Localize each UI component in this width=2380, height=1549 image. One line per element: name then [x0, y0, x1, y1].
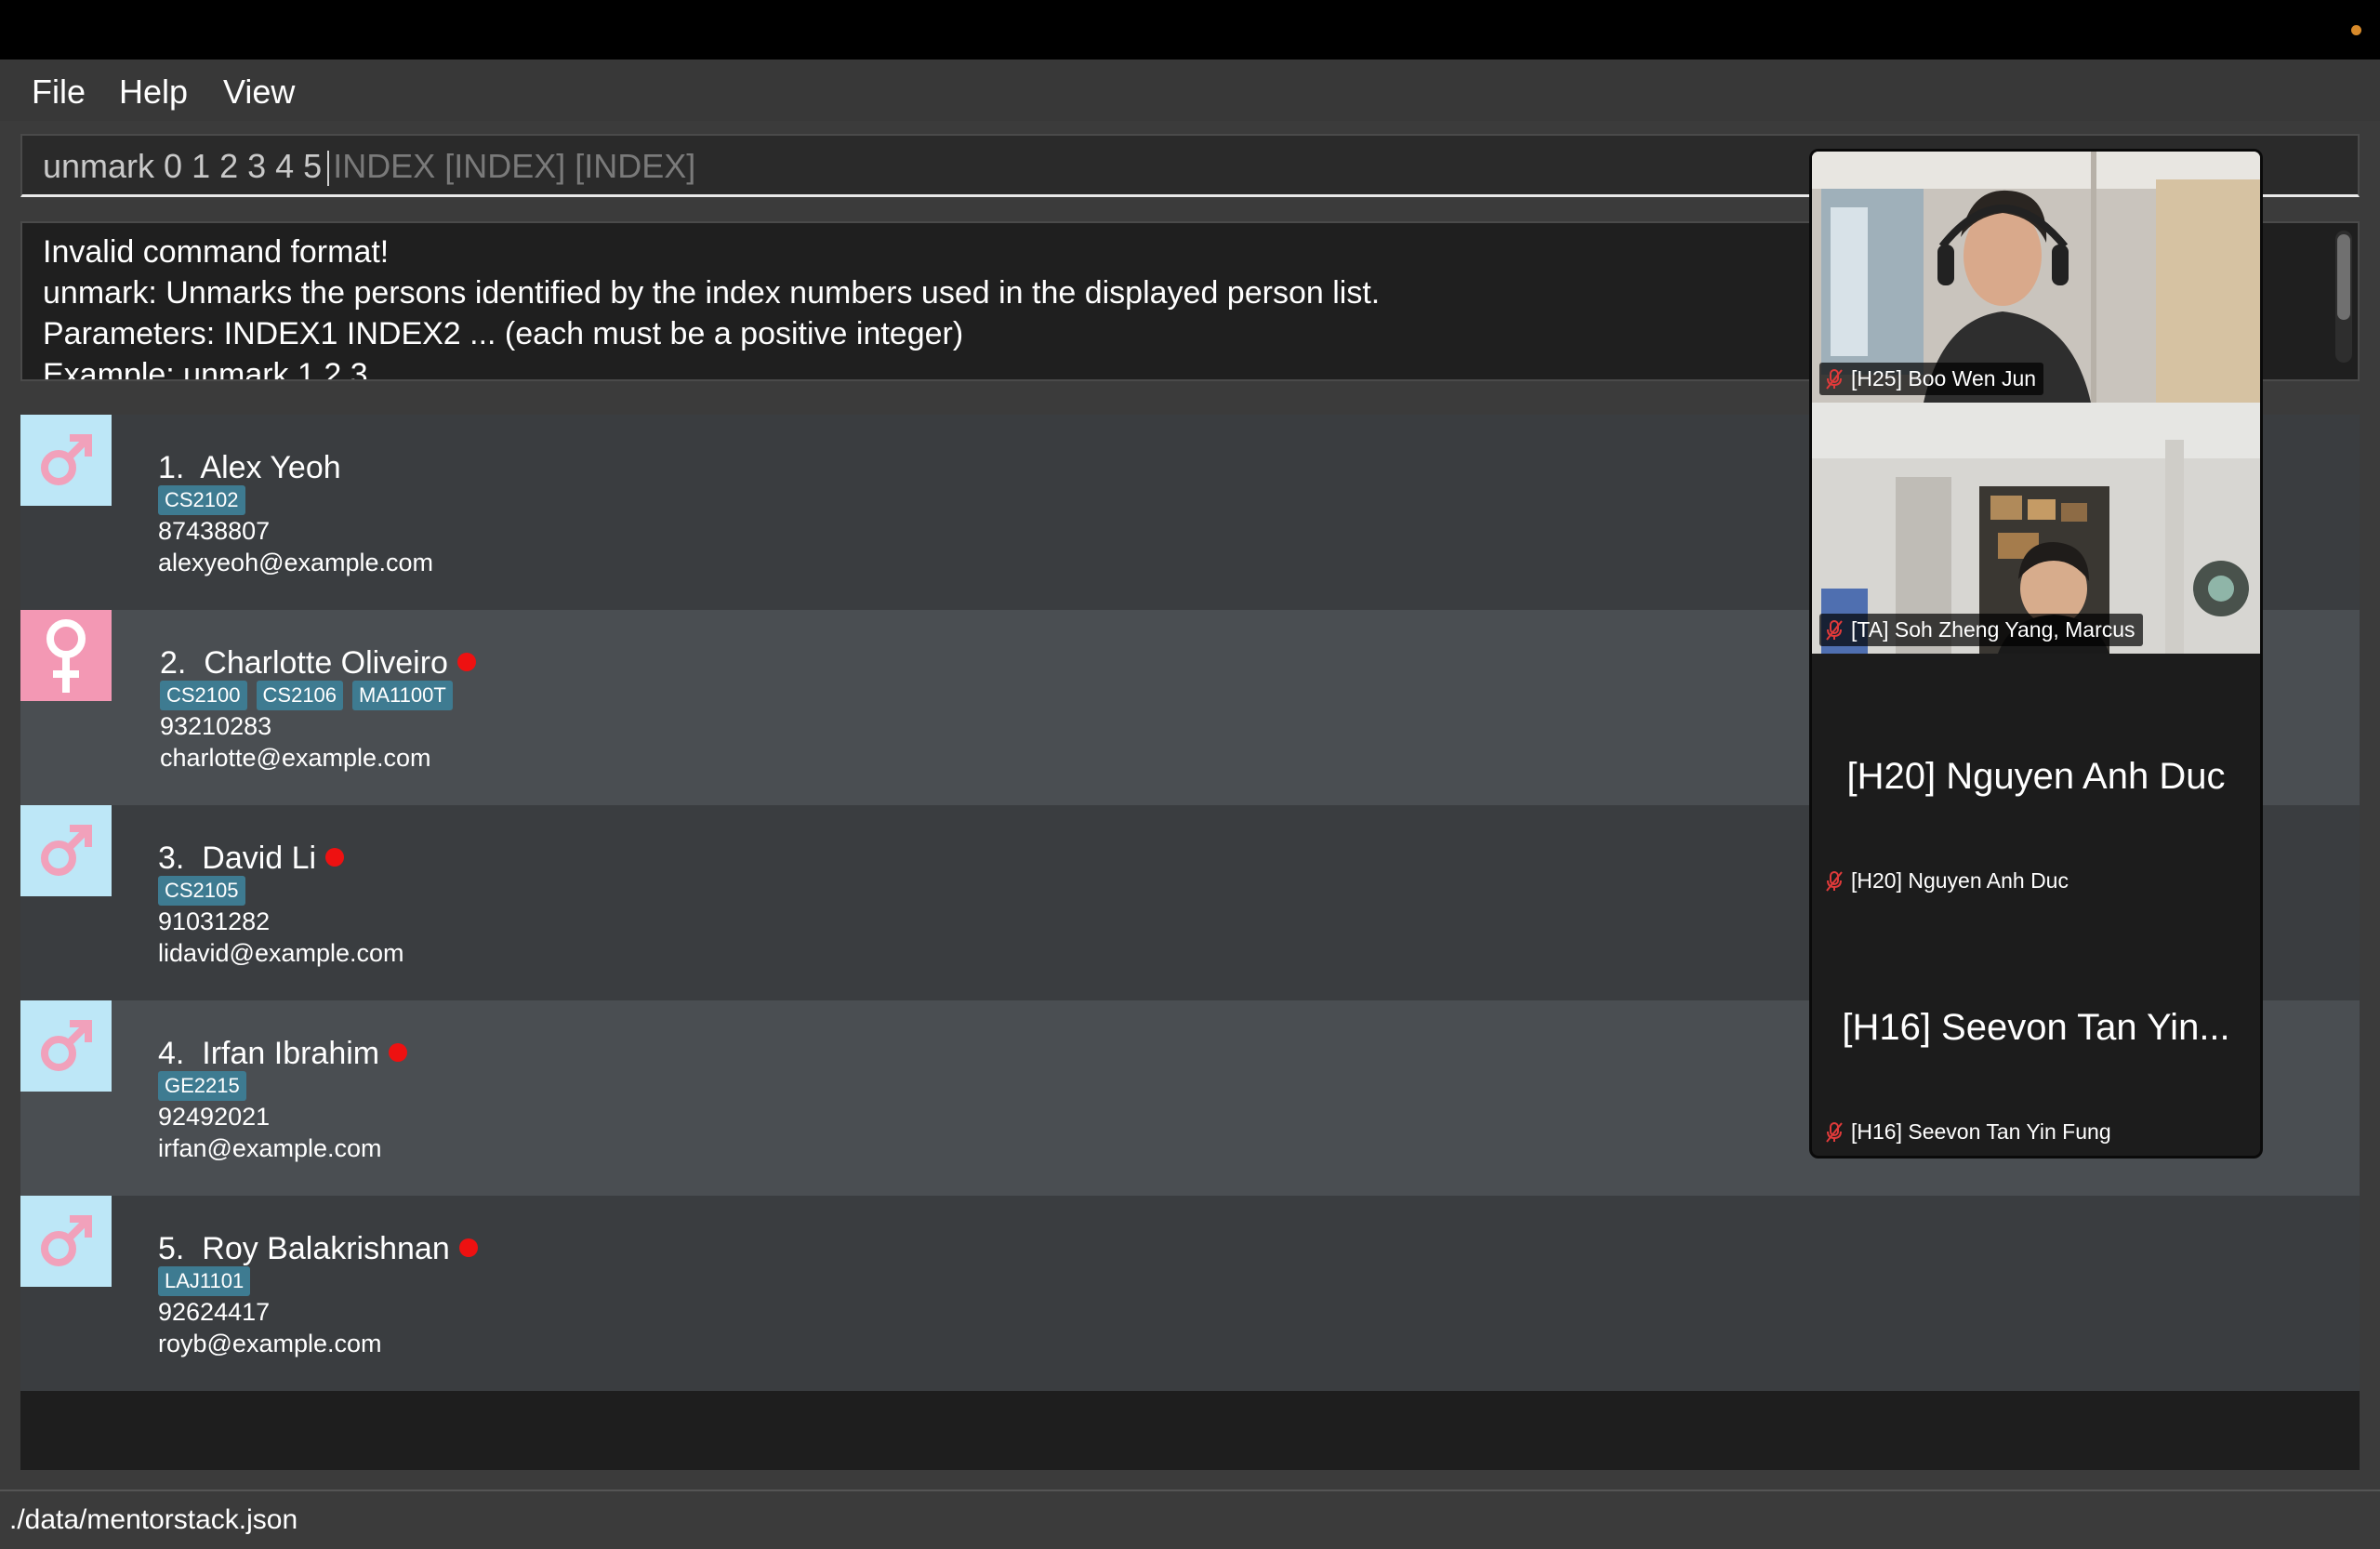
status-dot-icon	[2351, 25, 2361, 35]
person-phone: 93210283	[160, 712, 272, 740]
tag: MA1100T	[352, 681, 453, 710]
person-name: 5. Roy Balakrishnan	[158, 1231, 478, 1267]
tag-list: CS2100 CS2106 MA1100T	[160, 681, 453, 710]
mic-off-icon	[1826, 368, 1843, 390]
avatar	[20, 805, 112, 896]
participant-display-name: [H20] Nguyen Anh Duc	[1846, 756, 2226, 797]
person-phone: 87438807	[158, 517, 271, 545]
text-caret	[327, 151, 330, 187]
female-symbol-icon	[46, 619, 86, 693]
result-scrollbar[interactable]	[2335, 231, 2352, 363]
person-phone: 92492021	[158, 1103, 271, 1131]
video-call-panel[interactable]: [H25] Boo Wen Jun [TA] Soh Zheng Yang, M…	[1809, 149, 2263, 1158]
avatar	[20, 610, 112, 701]
person-email: irfan@example.com	[158, 1134, 382, 1162]
marked-indicator	[458, 1238, 478, 1258]
person-email: royb@example.com	[158, 1330, 382, 1357]
participant-name: [TA] Soh Zheng Yang, Marcus	[1851, 617, 2135, 642]
person-name: 2. Charlotte Oliveiro	[160, 645, 476, 682]
person-name-text: Irfan Ibrahim	[202, 1036, 380, 1071]
list-item[interactable]: 5. Roy Balakrishnan LAJ1101 92624417 roy…	[20, 1196, 2360, 1391]
participant-label: [TA] Soh Zheng Yang, Marcus	[1819, 614, 2143, 646]
list-empty-area	[20, 1391, 2360, 1470]
result-line: unmark: Unmarks the persons identified b…	[43, 275, 1381, 311]
male-symbol-icon	[41, 434, 92, 485]
tag: GE2215	[158, 1071, 246, 1101]
marked-indicator	[325, 848, 345, 867]
participant-label: [H20] Nguyen Anh Duc	[1819, 865, 2076, 897]
tag: CS2105	[158, 876, 245, 906]
scrollbar-thumb[interactable]	[2337, 234, 2350, 320]
male-symbol-icon	[41, 1215, 92, 1266]
command-text: unmark 0 1 2 3 4 5 INDEX [INDEX] [INDEX]	[43, 147, 696, 187]
person-phone: 92624417	[158, 1298, 271, 1326]
tag-list: CS2102	[158, 485, 245, 515]
mic-off-icon	[1826, 1121, 1843, 1143]
person-index: 4.	[158, 1036, 185, 1071]
tag-list: LAJ1101	[158, 1266, 251, 1296]
mic-off-icon	[1826, 870, 1843, 892]
person-name-text: David Li	[202, 841, 317, 876]
person-name: 1. Alex Yeoh	[158, 450, 341, 486]
tag: CS2102	[158, 485, 245, 515]
male-symbol-icon	[41, 825, 92, 876]
participant-tile[interactable]: [TA] Soh Zheng Yang, Marcus	[1812, 403, 2260, 654]
participant-display-name: [H16] Seevon Tan Yin...	[1842, 1007, 2230, 1048]
person-email: lidavid@example.com	[158, 939, 404, 967]
avatar	[20, 1000, 112, 1092]
command-hint: INDEX [INDEX] [INDEX]	[333, 147, 696, 185]
result-line: Example: unmark 1 2 3	[43, 357, 368, 381]
command-typed-text: unmark 0 1 2 3 4 5	[43, 147, 323, 185]
result-line: Invalid command format!	[43, 234, 390, 270]
participant-tile[interactable]: [H25] Boo Wen Jun	[1812, 152, 2260, 403]
person-index: 3.	[158, 841, 185, 876]
person-index: 1.	[158, 450, 185, 485]
participant-name: [H20] Nguyen Anh Duc	[1851, 868, 2069, 893]
participant-tile[interactable]: [H20] Nguyen Anh Duc [H20] Nguyen Anh Du…	[1812, 654, 2260, 905]
participant-tile[interactable]: [H16] Seevon Tan Yin... [H16] Seevon Tan…	[1812, 905, 2260, 1156]
menu-view[interactable]: View	[218, 69, 300, 115]
tag-list: GE2215	[158, 1071, 246, 1101]
male-symbol-icon	[41, 1020, 92, 1071]
data-file-path: ./data/mentorstack.json	[9, 1504, 298, 1535]
tag-list: CS2105	[158, 876, 245, 906]
person-name: 3. David Li	[158, 841, 345, 877]
person-name-text: Roy Balakrishnan	[202, 1231, 450, 1266]
mic-off-icon	[1826, 619, 1843, 641]
tag: CS2106	[256, 681, 344, 710]
participant-label: [H16] Seevon Tan Yin Fung	[1819, 1116, 2119, 1148]
person-name: 4. Irfan Ibrahim	[158, 1036, 408, 1072]
participant-name: [H16] Seevon Tan Yin Fung	[1851, 1119, 2111, 1144]
person-index: 2.	[160, 645, 187, 681]
menu-bar: File Help View	[0, 60, 2380, 121]
person-phone: 91031282	[158, 907, 271, 935]
status-bar: ./data/mentorstack.json	[0, 1489, 2380, 1549]
tag: LAJ1101	[158, 1266, 251, 1296]
title-bar	[0, 0, 2380, 60]
person-index: 5.	[158, 1231, 185, 1266]
marked-indicator	[456, 653, 476, 672]
person-email: alexyeoh@example.com	[158, 549, 434, 576]
tag: CS2100	[160, 681, 247, 710]
participant-name: [H25] Boo Wen Jun	[1851, 366, 2037, 391]
menu-help[interactable]: Help	[113, 69, 193, 115]
avatar	[20, 415, 112, 506]
avatar	[20, 1196, 112, 1287]
participant-label: [H25] Boo Wen Jun	[1819, 363, 2044, 395]
result-line: Parameters: INDEX1 INDEX2 ... (each must…	[43, 316, 964, 351]
person-name-text: Charlotte Oliveiro	[204, 645, 448, 681]
person-name-text: Alex Yeoh	[200, 450, 341, 485]
menu-file[interactable]: File	[26, 69, 91, 115]
person-email: charlotte@example.com	[160, 744, 431, 772]
marked-indicator	[389, 1043, 408, 1063]
